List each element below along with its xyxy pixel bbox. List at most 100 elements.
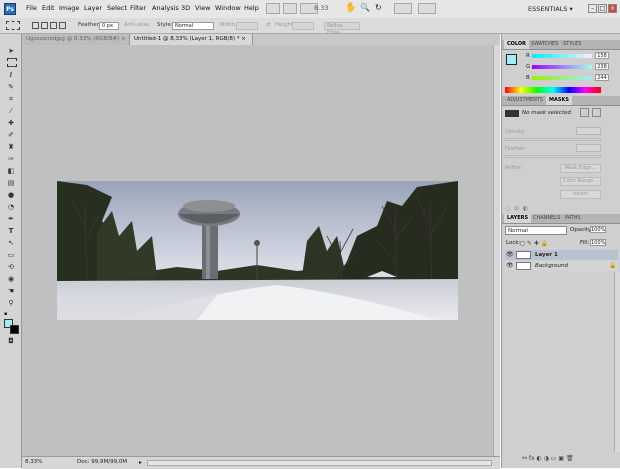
fill-input[interactable]: 100% [590,239,606,246]
clone-stamp-tool-icon[interactable]: ♜ [6,142,16,152]
hand-icon[interactable]: ✋ [345,3,356,13]
gradient-tool-icon[interactable]: ▤ [6,178,16,188]
layer-row-background[interactable]: 👁 Background 🔒 [505,261,618,271]
history-brush-tool-icon[interactable]: ✑ [6,154,16,164]
vertical-scrollbar[interactable] [493,45,500,456]
spot-healing-tool-icon[interactable]: ✚ [6,118,16,128]
feather-slider[interactable] [505,155,601,158]
subtract-selection-icon[interactable] [50,22,57,29]
lasso-tool-icon[interactable]: ℓ [6,70,16,80]
menu-filter[interactable]: Filter [130,4,146,12]
intersect-selection-icon[interactable] [59,22,66,29]
arrange-documents-button[interactable] [394,3,412,14]
lock-icons[interactable]: ◻ ✎ ✚ 🔒 [520,240,548,247]
move-tool-icon[interactable]: ➤ [6,46,16,56]
zoom-tool-icon[interactable]: ⚲ [6,298,16,308]
dodge-tool-icon[interactable]: ◔ [6,202,16,212]
workspace-switcher[interactable]: ESSENTIALS ▾ [528,3,586,15]
hand-tool-icon[interactable]: ☚ [6,286,16,296]
red-value-input[interactable]: 158 [595,52,609,59]
tab-swatches[interactable]: SWATCHES [528,40,561,49]
red-slider[interactable] [532,54,592,58]
mask-feather-input[interactable] [576,144,601,152]
feather-input[interactable]: 0 px [99,22,119,30]
mask-footer-icons[interactable]: ◌ ⊙ ◐ [505,205,603,213]
density-input[interactable] [576,127,601,135]
menu-file[interactable]: File [26,4,37,12]
mask-edge-button[interactable]: Mask Edge... [560,164,601,173]
eye-icon[interactable]: 👁 [506,252,514,258]
new-selection-icon[interactable] [32,22,39,29]
tab-channels[interactable]: CHANNELS [530,214,563,223]
screen-mode-button[interactable] [418,3,436,14]
menu-help[interactable]: Help [244,4,259,12]
path-selection-tool-icon[interactable]: ↖ [6,238,16,248]
menu-view[interactable]: View [195,4,210,12]
green-value-input[interactable]: 238 [595,63,609,70]
menu-select[interactable]: Select [107,4,127,12]
add-selection-icon[interactable] [41,22,48,29]
layers-scrollbar[interactable] [614,272,620,452]
swap-dimensions-icon[interactable]: ⇄ [266,22,271,28]
add-vector-mask-icon[interactable] [592,108,601,117]
eraser-tool-icon[interactable]: ◧ [6,166,16,176]
layer-name[interactable]: Background [535,261,568,271]
menu-3d[interactable]: 3D [181,4,190,12]
layers-footer-icons[interactable]: ⚯ fx ◐ ◑ ▭ ▣ 🗑 [522,455,617,464]
menu-edit[interactable]: Edit [42,4,55,12]
refine-edge-button[interactable]: Refine Edge... [324,22,360,36]
maximize-button[interactable]: □ [598,4,607,13]
tab-ugoszanedjpg[interactable]: Ugoszanedjpg @ 8,33% (RGB/8#) × [22,34,130,45]
height-input[interactable] [292,22,314,30]
anti-alias-checkbox[interactable]: Anti-alias [124,22,150,28]
type-tool-icon[interactable]: T [6,226,16,236]
crop-tool-icon[interactable]: ⌗ [6,94,16,104]
blur-tool-icon[interactable]: ● [6,190,16,200]
blue-value-input[interactable]: 244 [595,74,609,81]
style-select[interactable]: Normal [172,22,214,30]
pen-tool-icon[interactable]: ✒ [6,214,16,224]
status-arrow-icon[interactable]: ▸ [139,459,142,466]
width-input[interactable] [236,22,258,30]
add-pixel-mask-icon[interactable] [580,108,589,117]
blend-mode-select[interactable]: Normal [505,226,567,235]
horizontal-scrollbar[interactable] [147,460,492,466]
menu-image[interactable]: Image [59,4,79,12]
rotate-view-icon[interactable]: ↻ [375,3,382,12]
bridge-button[interactable] [266,3,280,14]
tab-paths[interactable]: PATHS [562,214,584,223]
layer-row-layer-1[interactable]: 👁 Layer 1 [505,250,618,260]
tab-color[interactable]: COLOR [504,40,530,49]
tab-adjustments[interactable]: ADJUSTMENTS [504,96,546,105]
menu-window[interactable]: Window [215,4,241,12]
zoom-level[interactable]: 8.33 [314,4,328,12]
opacity-input[interactable]: 100% [590,226,606,233]
quick-mask-icon[interactable]: ◘ [6,336,16,346]
panorama-image[interactable] [57,181,458,320]
blue-slider[interactable] [532,76,592,80]
status-zoom[interactable]: 8,33% [25,459,42,465]
marquee-tool-preset-icon[interactable] [6,21,20,30]
invert-button[interactable]: Invert [560,190,601,199]
eyedropper-tool-icon[interactable]: ⁄ [6,106,16,116]
color-spectrum-bar[interactable] [505,87,601,93]
close-button[interactable]: × [608,4,617,13]
mini-bridge-button[interactable] [283,3,297,14]
tab-styles[interactable]: STYLES [560,40,584,49]
background-color-swatch[interactable] [10,325,19,334]
quick-selection-tool-icon[interactable]: ✎ [6,82,16,92]
default-colors-icon[interactable]: ▪ [4,311,10,317]
rectangle-tool-icon[interactable]: ▭ [6,250,16,260]
brush-tool-icon[interactable]: ✐ [6,130,16,140]
eye-icon[interactable]: 👁 [506,263,514,269]
3d-orbit-tool-icon[interactable]: ◉ [6,274,16,284]
menu-layer[interactable]: Layer [84,4,102,12]
layers-list-empty[interactable] [505,274,605,452]
3d-rotate-tool-icon[interactable]: ⟲ [6,262,16,272]
rectangular-marquee-tool-icon[interactable] [7,58,17,67]
layer-name[interactable]: Layer 1 [535,250,558,260]
green-slider[interactable] [532,65,592,69]
density-slider[interactable] [505,138,601,141]
color-range-button[interactable]: Color Range... [560,177,601,186]
tab-layers[interactable]: LAYERS [504,214,532,223]
